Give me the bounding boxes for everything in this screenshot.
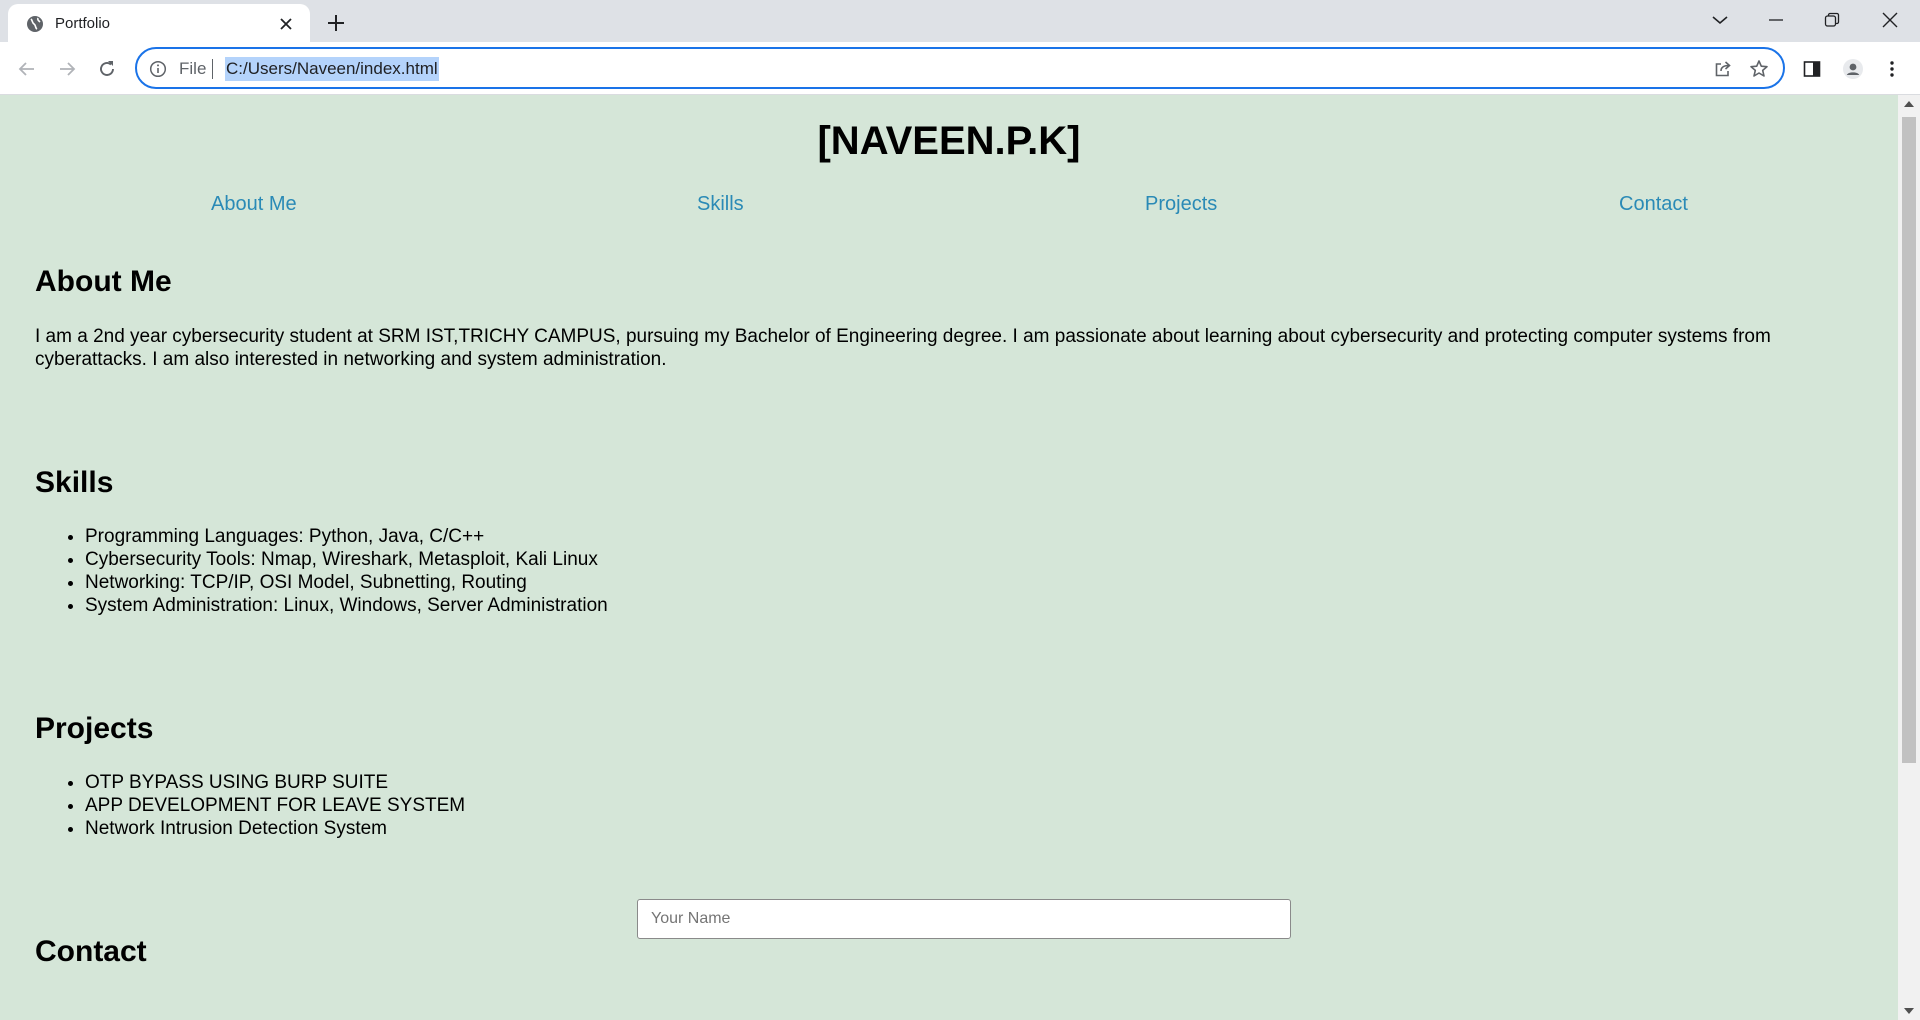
about-text: I am a 2nd year cybersecurity student at… xyxy=(35,326,1771,370)
nav-link-about[interactable]: About Me xyxy=(211,193,297,216)
tab-strip: Portfolio xyxy=(0,0,1920,42)
kebab-menu-icon[interactable] xyxy=(1878,55,1906,83)
projects-heading: Projects xyxy=(35,712,154,745)
list-item: APP DEVELOPMENT FOR LEAVE SYSTEM xyxy=(85,794,465,817)
list-item: Networking: TCP/IP, OSI Model, Subnettin… xyxy=(85,571,608,594)
forward-arrow-icon[interactable] xyxy=(52,54,82,84)
list-item: System Administration: Linux, Windows, S… xyxy=(85,594,608,617)
address-separator xyxy=(212,59,213,79)
restore-icon[interactable] xyxy=(1804,0,1860,40)
side-panel-icon[interactable] xyxy=(1798,55,1826,83)
globe-icon xyxy=(25,14,45,34)
back-arrow-icon[interactable] xyxy=(12,54,42,84)
contact-heading: Contact xyxy=(35,935,147,968)
profile-icon[interactable] xyxy=(1839,55,1867,83)
nav-link-contact[interactable]: Contact xyxy=(1619,193,1688,216)
address-bar[interactable]: File C:/Users/Naveen/index.html xyxy=(135,47,1785,89)
about-heading: About Me xyxy=(35,265,172,298)
tab-title: Portfolio xyxy=(55,15,111,32)
close-icon[interactable] xyxy=(276,14,296,34)
nav-link-projects[interactable]: Projects xyxy=(1145,193,1217,216)
plus-icon[interactable] xyxy=(322,9,350,37)
site-nav: About Me Skills Projects Contact xyxy=(0,193,1898,219)
chevron-down-icon[interactable] xyxy=(1692,0,1748,40)
nav-link-skills[interactable]: Skills xyxy=(697,193,744,216)
list-item: Programming Languages: Python, Java, C/C… xyxy=(85,525,608,548)
projects-list: OTP BYPASS USING BURP SUITE APP DEVELOPM… xyxy=(35,771,465,840)
skills-heading: Skills xyxy=(35,466,114,499)
list-item: OTP BYPASS USING BURP SUITE xyxy=(85,771,465,794)
share-icon[interactable] xyxy=(1713,59,1733,79)
window-close-icon[interactable] xyxy=(1862,0,1918,40)
browser-toolbar: File C:/Users/Naveen/index.html xyxy=(0,42,1920,95)
site-title: [NAVEEN.P.K] xyxy=(817,119,1081,163)
star-icon[interactable] xyxy=(1749,59,1769,79)
name-field[interactable] xyxy=(637,899,1291,939)
info-icon[interactable] xyxy=(149,60,167,78)
scrollbar-thumb[interactable] xyxy=(1902,117,1916,763)
reload-icon[interactable] xyxy=(92,54,122,84)
scroll-up-arrow[interactable] xyxy=(1904,101,1914,107)
address-url[interactable]: C:/Users/Naveen/index.html xyxy=(225,57,439,81)
skills-list: Programming Languages: Python, Java, C/C… xyxy=(35,525,608,617)
page-viewport: [NAVEEN.P.K] About Me Skills Projects Co… xyxy=(0,95,1898,1020)
scroll-down-arrow[interactable] xyxy=(1904,1008,1914,1014)
address-scheme: File xyxy=(179,59,207,78)
browser-tab[interactable]: Portfolio xyxy=(8,4,310,42)
page-scrollbar[interactable] xyxy=(1898,95,1920,1020)
minimize-icon[interactable] xyxy=(1748,0,1804,40)
list-item: Cybersecurity Tools: Nmap, Wireshark, Me… xyxy=(85,548,608,571)
list-item: Network Intrusion Detection System xyxy=(85,817,465,840)
